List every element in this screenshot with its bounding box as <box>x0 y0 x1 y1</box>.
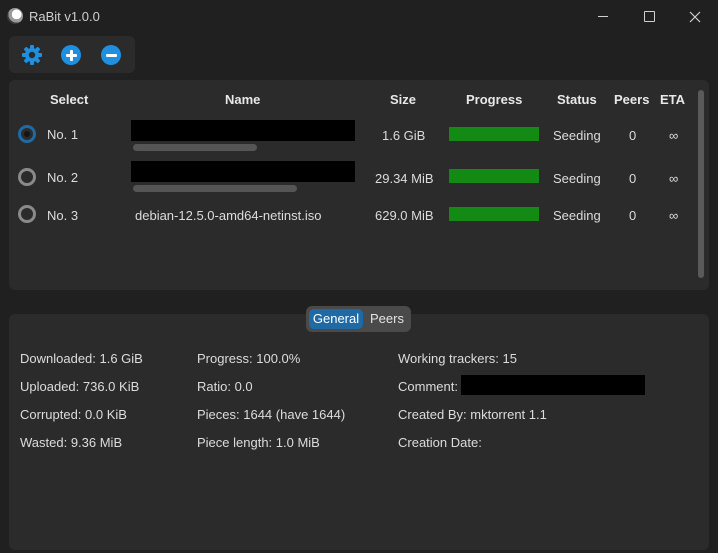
header-name: Name <box>225 92 261 107</box>
maximize-icon <box>643 11 655 22</box>
remove-torrent-button[interactable] <box>100 44 122 66</box>
status-value: Seeding <box>553 171 601 186</box>
eta-value: ∞ <box>669 171 679 186</box>
select-radio[interactable] <box>18 168 36 186</box>
eta-value: ∞ <box>669 208 679 223</box>
list-scrollbar[interactable] <box>698 90 704 278</box>
size-value: 1.6 GiB <box>382 128 426 143</box>
select-radio[interactable] <box>18 205 36 223</box>
progress-bar <box>449 169 539 183</box>
tab-peers[interactable]: Peers <box>365 309 409 329</box>
uploaded-info: Uploaded: 736.0 KiB <box>20 379 140 394</box>
wasted-info: Wasted: 9.36 MiB <box>20 435 123 450</box>
minus-circle-icon <box>101 45 121 65</box>
name-subbar <box>133 144 257 151</box>
piece-length-info: Piece length: 1.0 MiB <box>197 435 320 450</box>
header-size: Size <box>390 92 417 107</box>
select-label: No. 2 <box>47 170 79 185</box>
pieces-info: Pieces: 1644 (have 1644) <box>197 407 346 422</box>
header-peers: Peers <box>614 92 650 107</box>
header-eta: ETA <box>660 92 686 107</box>
torrent-row[interactable]: No. 1 1.6 GiB Seeding 0 ∞ <box>9 120 689 158</box>
peers-value: 0 <box>629 171 637 186</box>
progress-fill <box>449 127 539 141</box>
torrent-row[interactable]: No. 3 debian-12.5.0-amd64-netinst.iso 62… <box>9 204 689 242</box>
header-progress: Progress <box>466 92 523 107</box>
add-torrent-button[interactable] <box>60 44 82 66</box>
close-icon <box>689 11 701 22</box>
downloaded-info: Downloaded: 1.6 GiB <box>20 351 143 366</box>
minimize-icon <box>598 16 608 17</box>
progress-fill <box>449 169 539 183</box>
maximize-button[interactable] <box>626 0 672 33</box>
header-status: Status <box>557 92 597 107</box>
settings-button[interactable] <box>21 44 43 66</box>
size-value: 629.0 MiB <box>375 208 434 223</box>
toolbar <box>9 36 135 73</box>
close-button[interactable] <box>672 0 718 33</box>
progress-bar <box>449 127 539 141</box>
peers-value: 0 <box>629 208 637 223</box>
progress-bar <box>449 207 539 221</box>
torrent-row[interactable]: No. 2 29.34 MiB Seeding 0 ∞ <box>9 161 689 199</box>
select-label: No. 1 <box>47 127 79 142</box>
plus-circle-icon <box>61 45 81 65</box>
minimize-button[interactable] <box>580 0 626 33</box>
size-value: 29.34 MiB <box>375 171 434 186</box>
status-value: Seeding <box>553 208 601 223</box>
eta-value: ∞ <box>669 128 679 143</box>
created-by-info: Created By: mktorrent 1.1 <box>398 407 547 422</box>
tab-general[interactable]: General <box>309 309 363 329</box>
working-trackers-info: Working trackers: 15 <box>398 351 517 366</box>
peers-value: 0 <box>629 128 637 143</box>
progress-fill <box>449 207 539 221</box>
gear-icon <box>22 45 42 65</box>
title-bar: RaBit v1.0.0 <box>0 0 718 33</box>
torrent-list: Select Name Size Progress Status Peers E… <box>9 80 709 290</box>
status-value: Seeding <box>553 128 601 143</box>
torrent-name: debian-12.5.0-amd64-netinst.iso <box>135 208 322 223</box>
details-tabs: General Peers <box>306 306 411 332</box>
rabbit-logo-icon <box>7 8 23 24</box>
name-redacted <box>131 161 355 182</box>
select-radio[interactable] <box>18 125 36 143</box>
select-label: No. 3 <box>47 208 79 223</box>
name-redacted <box>131 120 355 141</box>
corrupted-info: Corrupted: 0.0 KiB <box>20 407 127 422</box>
progress-info: Progress: 100.0% <box>197 351 301 366</box>
creation-date-info: Creation Date: <box>398 435 482 450</box>
header-select: Select <box>50 92 89 107</box>
ratio-info: Ratio: 0.0 <box>197 379 253 394</box>
details-panel: Downloaded: 1.6 GiB Uploaded: 736.0 KiB … <box>9 314 709 550</box>
window-title: RaBit v1.0.0 <box>29 9 100 24</box>
comment-label: Comment: <box>398 379 458 394</box>
name-subbar <box>133 185 297 192</box>
comment-redacted <box>461 375 645 395</box>
